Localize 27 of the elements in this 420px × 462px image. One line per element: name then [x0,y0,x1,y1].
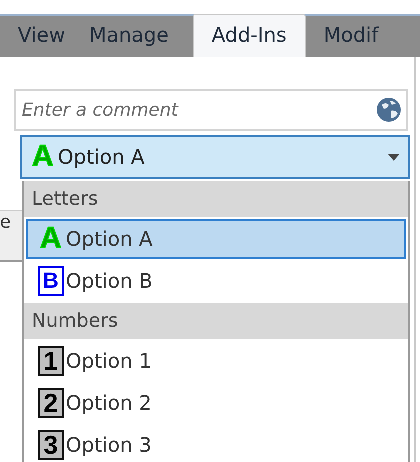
tab[interactable]: Manage [89,23,193,57]
comment-field[interactable]: Enter a comment [14,89,408,131]
letter-icon: A [30,142,56,172]
option-label: Option 1 [66,349,152,373]
group-header: Letters [24,181,408,217]
group-header: Numbers [24,303,408,339]
option-label: Option 2 [66,391,152,415]
option-combo-box[interactable]: A Option A [20,135,410,179]
background-text: e [0,211,12,235]
number-icon: 3 [38,430,64,460]
dropdown-option[interactable]: 3 Option 3 [26,425,406,462]
letter-icon: B [38,266,64,296]
option-label: Option B [66,269,153,293]
letter-icon: A [38,224,64,254]
number-icon: 2 [38,388,64,418]
number-icon: 1 [38,346,64,376]
dropdown-option[interactable]: 1 Option 1 [26,341,406,381]
dropdown-option[interactable]: B Option B [26,261,406,301]
dropdown-option[interactable]: A Option A [26,219,406,259]
option-label: Option 3 [66,433,152,457]
dropdown-option[interactable]: 2 Option 2 [26,383,406,423]
dropdown-arrow-icon [388,154,400,160]
tab[interactable]: Add-Ins [192,14,306,57]
tab[interactable]: Modif [324,23,403,57]
globe-icon [376,97,402,123]
option-label: Option A [66,227,153,251]
tab[interactable]: View [18,23,90,57]
